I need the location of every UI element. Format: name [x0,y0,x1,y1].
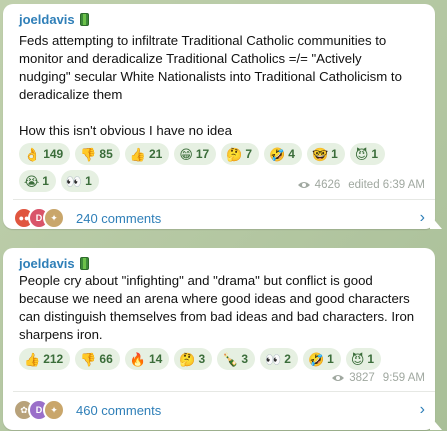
chevron-right-icon: › [419,401,425,418]
thumbs-up-icon: 👍 [129,146,146,162]
rofl-icon: 🤣 [307,351,325,367]
eye-icon [332,375,345,381]
reaction-thumbs-down[interactable]: 👎 85 [75,143,120,165]
reaction-count: 2 [284,352,291,366]
reaction-nerd[interactable]: 🤓 1 [306,143,345,165]
text-line: People cry about "infighting" and "drama… [19,273,373,288]
reaction-devil[interactable]: 😈 1 [345,348,382,370]
text-line: deradicalize them [19,87,123,102]
reaction-thinking[interactable]: 🤔 7 [221,143,260,165]
thinking-icon: 🤔 [179,351,196,367]
eyes-icon: 👀 [65,173,83,189]
post-text: Feds attempting to infiltrate Traditiona… [19,32,421,140]
devil-icon: 😈 [350,351,365,367]
reaction-count: 14 [148,352,163,366]
reaction-count: 212 [43,352,64,366]
reaction-thumbs-up[interactable]: 👍 212 [19,348,71,370]
reaction-eyes[interactable]: 👀 2 [260,348,298,370]
author-name[interactable]: joeldavis [19,12,75,27]
text-line: sharpens iron. [19,327,103,342]
comments-button[interactable]: ●● D ✦ 240 comments › [13,201,425,235]
reaction-thumbs-down[interactable]: 👎 66 [75,348,120,370]
text-line: nudging" secular White Nationalists into… [19,69,402,84]
reaction-count: 1 [327,352,334,366]
reaction-count: 3 [198,352,206,366]
crying-icon: 😭 [24,173,40,189]
text-line: Feds attempting to infiltrate Traditiona… [19,33,387,48]
eyes-icon: 👀 [265,351,282,367]
comments-count: 240 comments [76,210,162,226]
reaction-count: 1 [85,174,92,188]
reaction-count: 149 [43,147,64,161]
rofl-icon: 🤣 [269,146,286,162]
reaction-count: 1 [331,147,338,161]
text-line: because we need an arena where good idea… [19,291,410,306]
reaction-count: 17 [195,147,210,161]
text-line: can distinguish themselves from bad idea… [19,309,415,324]
reaction-bottle[interactable]: 🍾 3 [217,348,256,370]
reaction-devil[interactable]: 😈 1 [349,143,386,165]
thumbs-up-icon: 👍 [24,351,41,367]
devil-icon: 😈 [354,146,369,162]
ok-hand-icon: 👌 [24,146,41,162]
grin-icon: 😁 [179,146,193,162]
nerd-face-icon: 🤓 [311,146,329,162]
thumbs-down-icon: 👎 [80,146,97,162]
view-count: 4626 [314,179,341,191]
reaction-rofl[interactable]: 🤣 1 [302,348,341,370]
text-line-blank [19,104,421,122]
reaction-fire[interactable]: 🔥 14 [124,348,170,370]
reaction-count: 4 [288,147,295,161]
post-time: edited 6:39 AM [348,179,425,191]
commenter-avatars: ✿ D ✦ [13,399,65,421]
reaction-grin[interactable]: 😁 17 [174,143,217,165]
fire-icon: 🔥 [129,351,146,367]
post-meta: 3827 9:59 AM [331,372,425,384]
bottle-icon: 🍾 [222,351,239,367]
post-header: joeldavis [19,256,89,271]
channel-post: joeldavis People cry about "infighting" … [3,248,442,430]
reaction-count: 1 [367,352,375,366]
text-line: monitor and deradicalize Traditional Cat… [19,51,362,66]
reaction-count: 66 [99,352,113,366]
post-meta: 4626 edited 6:39 AM [297,179,425,191]
thinking-icon: 🤔 [226,146,243,162]
reaction-thumbs-up[interactable]: 👍 21 [124,143,170,165]
reaction-count: 85 [99,147,113,161]
reaction-count: 3 [241,352,249,366]
comments-count: 460 comments [76,402,162,418]
avatar: ✦ [43,399,65,421]
reaction-rofl[interactable]: 🤣 4 [264,143,302,165]
reactions-bar: 👍 212 👎 66 🔥 14 🤔 3 🍾 3 👀 2 🤣 1 😈 1 [19,348,425,370]
reaction-count: 7 [245,147,253,161]
reaction-count: 1 [371,147,379,161]
post-text: People cry about "infighting" and "drama… [19,272,421,344]
post-time: 9:59 AM [382,372,425,384]
view-count: 3827 [349,372,375,384]
channel-post: joeldavis Feds attempting to infiltrate … [3,4,442,229]
chevron-right-icon: › [419,209,425,226]
eye-icon [297,182,310,188]
can-icon [79,13,89,26]
reaction-crying[interactable]: 😭 1 [19,170,56,192]
text-line: How this isn't obvious I have no idea [19,123,232,138]
divider [13,391,435,392]
reaction-count: 1 [42,174,49,188]
thumbs-down-icon: 👎 [80,351,97,367]
can-icon [79,257,89,270]
reaction-thinking[interactable]: 🤔 3 [174,348,213,370]
reaction-ok-hand[interactable]: 👌 149 [19,143,71,165]
reaction-count: 21 [148,147,163,161]
comments-button[interactable]: ✿ D ✦ 460 comments › [13,393,425,427]
commenter-avatars: ●● D ✦ [13,207,65,229]
avatar: ✦ [43,207,65,229]
author-name[interactable]: joeldavis [19,256,75,271]
post-header: joeldavis [19,12,89,27]
divider [13,199,435,200]
reaction-eyes[interactable]: 👀 1 [60,170,99,192]
